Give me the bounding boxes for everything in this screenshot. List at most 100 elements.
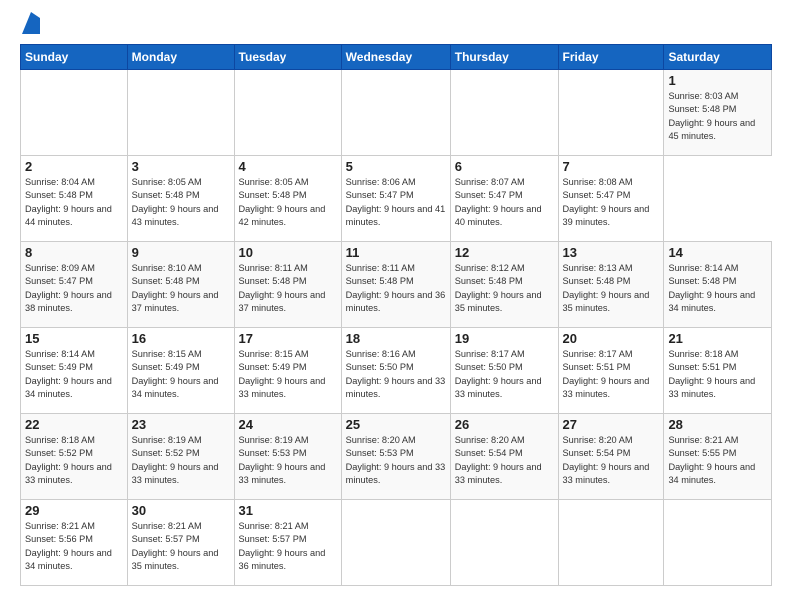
week-row-5: 22Sunrise: 8:18 AMSunset: 5:52 PMDayligh…: [21, 414, 772, 500]
empty-cell: [450, 70, 558, 156]
empty-cell: [558, 70, 664, 156]
week-row-1: 1 Sunrise: 8:03 AMSunset: 5:48 PMDaylight…: [21, 70, 772, 156]
week-row-3: 8 Sunrise: 8:09 AMSunset: 5:47 PMDaylight…: [21, 242, 772, 328]
day-detail: Sunrise: 8:20 AMSunset: 5:54 PMDaylight:…: [563, 435, 650, 485]
calendar-body: 1 Sunrise: 8:03 AMSunset: 5:48 PMDaylight…: [21, 70, 772, 586]
day-detail: Sunrise: 8:21 AMSunset: 5:57 PMDaylight:…: [239, 521, 326, 571]
day-detail: Sunrise: 8:18 AMSunset: 5:51 PMDaylight:…: [668, 349, 755, 399]
empty-cell: [127, 70, 234, 156]
week-row-2: 2 Sunrise: 8:04 AMSunset: 5:48 PMDaylight…: [21, 156, 772, 242]
empty-cell: [21, 70, 128, 156]
day-cell-30: 30Sunrise: 8:21 AMSunset: 5:57 PMDayligh…: [127, 500, 234, 586]
day-number: 2: [25, 159, 123, 174]
page: SundayMondayTuesdayWednesdayThursdayFrid…: [0, 0, 792, 612]
day-detail: Sunrise: 8:07 AMSunset: 5:47 PMDaylight:…: [455, 177, 542, 227]
day-of-week-monday: Monday: [127, 45, 234, 70]
day-number: 24: [239, 417, 337, 432]
day-number: 17: [239, 331, 337, 346]
day-cell-24: 24 Sunrise: 8:19 AMSunset: 5:53 PMDayligh…: [234, 414, 341, 500]
day-number: 22: [25, 417, 123, 432]
day-cell-2: 2 Sunrise: 8:04 AMSunset: 5:48 PMDaylight…: [21, 156, 128, 242]
day-number: 7: [563, 159, 660, 174]
day-cell-17: 17 Sunrise: 8:15 AMSunset: 5:49 PMDayligh…: [234, 328, 341, 414]
empty-cell: [234, 70, 341, 156]
day-number: 13: [563, 245, 660, 260]
day-detail: Sunrise: 8:20 AMSunset: 5:54 PMDaylight:…: [455, 435, 542, 485]
day-cell-4: 4 Sunrise: 8:05 AMSunset: 5:48 PMDaylight…: [234, 156, 341, 242]
day-cell-31: 31 Sunrise: 8:21 AMSunset: 5:57 PMDayligh…: [234, 500, 341, 586]
day-number: 9: [132, 245, 230, 260]
day-number: 21: [668, 331, 767, 346]
day-detail: Sunrise: 8:05 AMSunset: 5:48 PMDaylight:…: [239, 177, 326, 227]
day-number: 12: [455, 245, 554, 260]
day-detail: Sunrise: 8:06 AMSunset: 5:47 PMDaylight:…: [346, 177, 446, 227]
day-number: 8: [25, 245, 123, 260]
day-cell-15: 15Sunrise: 8:14 AMSunset: 5:49 PMDayligh…: [21, 328, 128, 414]
day-number: 28: [668, 417, 767, 432]
day-number: 16: [132, 331, 230, 346]
day-detail: Sunrise: 8:17 AMSunset: 5:51 PMDaylight:…: [563, 349, 650, 399]
header: [20, 18, 772, 34]
calendar: SundayMondayTuesdayWednesdayThursdayFrid…: [20, 44, 772, 586]
day-detail: Sunrise: 8:21 AMSunset: 5:55 PMDaylight:…: [668, 435, 755, 485]
day-cell-29: 29 Sunrise: 8:21 AMSunset: 5:56 PMDayligh…: [21, 500, 128, 586]
day-cell-8: 8 Sunrise: 8:09 AMSunset: 5:47 PMDaylight…: [21, 242, 128, 328]
day-of-week-wednesday: Wednesday: [341, 45, 450, 70]
day-number: 26: [455, 417, 554, 432]
day-cell-5: 5 Sunrise: 8:06 AMSunset: 5:47 PMDaylight…: [341, 156, 450, 242]
day-detail: Sunrise: 8:21 AMSunset: 5:57 PMDaylight:…: [132, 521, 219, 571]
day-of-week-thursday: Thursday: [450, 45, 558, 70]
day-detail: Sunrise: 8:11 AMSunset: 5:48 PMDaylight:…: [346, 263, 446, 313]
day-detail: Sunrise: 8:21 AMSunset: 5:56 PMDaylight:…: [25, 521, 112, 571]
day-detail: Sunrise: 8:10 AMSunset: 5:48 PMDaylight:…: [132, 263, 219, 313]
logo: [20, 18, 40, 34]
day-number: 14: [668, 245, 767, 260]
day-number: 1: [668, 73, 767, 88]
day-number: 23: [132, 417, 230, 432]
day-cell-12: 12 Sunrise: 8:12 AMSunset: 5:48 PMDayligh…: [450, 242, 558, 328]
day-cell-1: 1 Sunrise: 8:03 AMSunset: 5:48 PMDaylight…: [664, 70, 772, 156]
day-cell-28: 28 Sunrise: 8:21 AMSunset: 5:55 PMDayligh…: [664, 414, 772, 500]
day-detail: Sunrise: 8:15 AMSunset: 5:49 PMDaylight:…: [239, 349, 326, 399]
day-detail: Sunrise: 8:16 AMSunset: 5:50 PMDaylight:…: [346, 349, 446, 399]
day-number: 29: [25, 503, 123, 518]
day-of-week-tuesday: Tuesday: [234, 45, 341, 70]
day-detail: Sunrise: 8:19 AMSunset: 5:52 PMDaylight:…: [132, 435, 219, 485]
day-detail: Sunrise: 8:03 AMSunset: 5:48 PMDaylight:…: [668, 91, 755, 141]
day-cell-16: 16Sunrise: 8:15 AMSunset: 5:49 PMDayligh…: [127, 328, 234, 414]
empty-cell: [664, 500, 772, 586]
day-cell-13: 13Sunrise: 8:13 AMSunset: 5:48 PMDayligh…: [558, 242, 664, 328]
logo-icon: [22, 12, 40, 34]
day-cell-21: 21 Sunrise: 8:18 AMSunset: 5:51 PMDayligh…: [664, 328, 772, 414]
day-cell-3: 3Sunrise: 8:05 AMSunset: 5:48 PMDaylight…: [127, 156, 234, 242]
day-of-week-saturday: Saturday: [664, 45, 772, 70]
day-of-week-friday: Friday: [558, 45, 664, 70]
day-cell-23: 23 Sunrise: 8:19 AMSunset: 5:52 PMDayligh…: [127, 414, 234, 500]
day-detail: Sunrise: 8:09 AMSunset: 5:47 PMDaylight:…: [25, 263, 112, 313]
header-row: SundayMondayTuesdayWednesdayThursdayFrid…: [21, 45, 772, 70]
day-cell-26: 26 Sunrise: 8:20 AMSunset: 5:54 PMDayligh…: [450, 414, 558, 500]
empty-cell: [341, 500, 450, 586]
week-row-6: 29 Sunrise: 8:21 AMSunset: 5:56 PMDayligh…: [21, 500, 772, 586]
day-number: 4: [239, 159, 337, 174]
day-number: 31: [239, 503, 337, 518]
day-number: 5: [346, 159, 446, 174]
day-detail: Sunrise: 8:12 AMSunset: 5:48 PMDaylight:…: [455, 263, 542, 313]
day-detail: Sunrise: 8:04 AMSunset: 5:48 PMDaylight:…: [25, 177, 112, 227]
day-detail: Sunrise: 8:05 AMSunset: 5:48 PMDaylight:…: [132, 177, 219, 227]
day-number: 20: [563, 331, 660, 346]
day-cell-14: 14Sunrise: 8:14 AMSunset: 5:48 PMDayligh…: [664, 242, 772, 328]
calendar-header: SundayMondayTuesdayWednesdayThursdayFrid…: [21, 45, 772, 70]
day-of-week-sunday: Sunday: [21, 45, 128, 70]
day-detail: Sunrise: 8:14 AMSunset: 5:49 PMDaylight:…: [25, 349, 112, 399]
day-detail: Sunrise: 8:19 AMSunset: 5:53 PMDaylight:…: [239, 435, 326, 485]
day-cell-10: 10Sunrise: 8:11 AMSunset: 5:48 PMDayligh…: [234, 242, 341, 328]
day-cell-6: 6Sunrise: 8:07 AMSunset: 5:47 PMDaylight…: [450, 156, 558, 242]
day-number: 18: [346, 331, 446, 346]
day-cell-22: 22Sunrise: 8:18 AMSunset: 5:52 PMDayligh…: [21, 414, 128, 500]
empty-cell: [341, 70, 450, 156]
day-cell-7: 7Sunrise: 8:08 AMSunset: 5:47 PMDaylight…: [558, 156, 664, 242]
day-cell-11: 11Sunrise: 8:11 AMSunset: 5:48 PMDayligh…: [341, 242, 450, 328]
empty-cell: [558, 500, 664, 586]
day-cell-20: 20 Sunrise: 8:17 AMSunset: 5:51 PMDayligh…: [558, 328, 664, 414]
